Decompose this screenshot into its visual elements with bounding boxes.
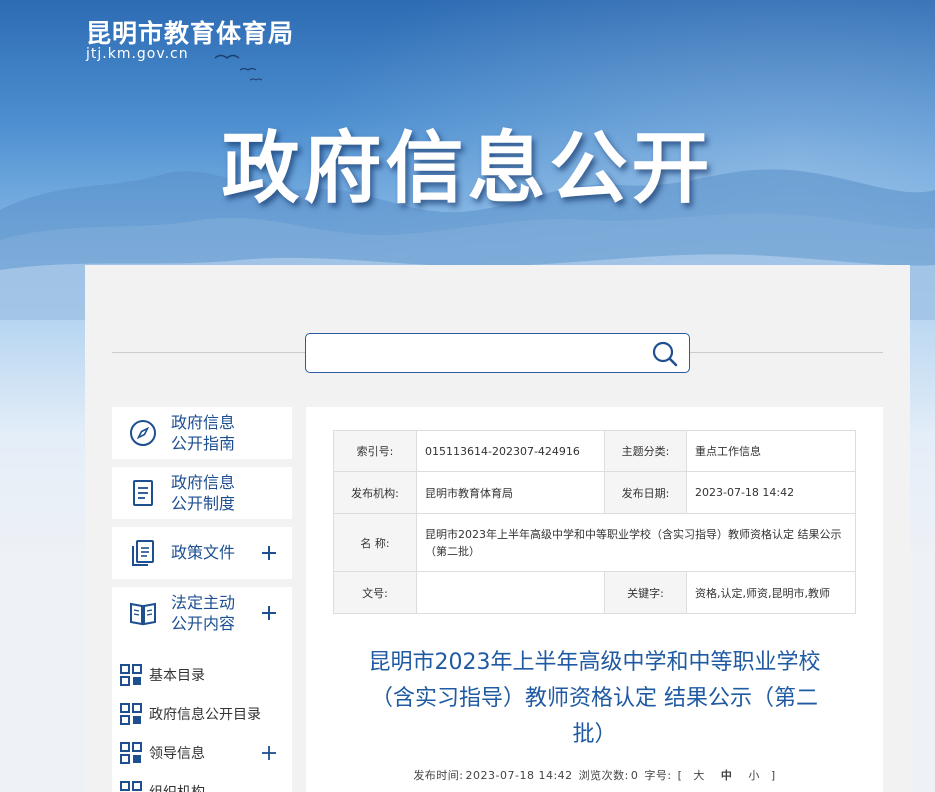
plus-icon[interactable] (262, 746, 276, 760)
table-row: 发布机构: 昆明市教育体育局 发布日期: 2023-07-18 14:42 (333, 471, 856, 514)
nav-item-disclosure-system[interactable]: 政府信息 公开制度 (112, 467, 292, 519)
site-url: jtj.km.gov.cn (86, 46, 189, 62)
index-value: 015113614-202307-424916 (416, 430, 605, 472)
search-icon[interactable] (651, 340, 679, 368)
article-title: 昆明市2023年上半年高级中学和中等职业学校 （含实习指导）教师资格认定 结果公… (368, 650, 821, 747)
font-size-small-button[interactable]: 小 (748, 769, 760, 782)
sub-nav-label: 组织机构 (149, 782, 205, 792)
name-value: 昆明市2023年上半年高级中学和中等职业学校（含实习指导）教师资格认定 结果公示… (416, 513, 856, 572)
article-meta: 发布时间: 2023-07-18 14:42 浏览次数: 0 字号: [ 大 中 小… (306, 767, 883, 783)
nav-item-policy-documents[interactable]: 政策文件 (112, 527, 292, 579)
plus-icon[interactable] (260, 544, 278, 562)
keyword-value: 资格,认定,师资,昆明市,教师 (686, 571, 856, 614)
plus-icon[interactable] (260, 604, 278, 622)
nav-item-label: 法定主动 公开内容 (171, 593, 236, 633)
nav-item-label: 政府信息 公开指南 (171, 413, 236, 453)
views-label: 浏览次数: (578, 769, 629, 782)
date-label: 发布日期: (604, 471, 687, 514)
main-container: 政府信息 公开指南 政府信息 公开制度 政策文件 法定主动 公开内容 基本目录 … (85, 265, 910, 792)
sub-nav-label: 政府信息公开目录 (149, 707, 261, 723)
metadata-table: 索引号: 015113614-202307-424916 主题分类: 重点工作信… (333, 430, 856, 614)
sub-nav-panel: 基本目录 政府信息公开目录 领导信息 (112, 639, 292, 792)
search-box[interactable] (305, 333, 690, 373)
grid-icon (120, 781, 142, 791)
publish-time: 2023-07-18 14:42 (465, 769, 573, 782)
publish-time-label: 发布时间: (413, 769, 464, 782)
docno-label: 文号: (333, 571, 417, 614)
sub-nav-item[interactable]: 基本目录 (120, 663, 205, 687)
book-icon (130, 602, 156, 626)
sub-nav-label: 领导信息 (149, 746, 205, 762)
sub-nav-label: 基本目录 (149, 668, 205, 684)
index-label: 索引号: (333, 430, 417, 472)
docno-value (416, 571, 605, 614)
sub-nav-item[interactable]: 领导信息 (120, 741, 284, 765)
table-row: 文号: 关键字: 资格,认定,师资,昆明市,教师 (333, 571, 856, 614)
banner-title: 政府信息公开 (221, 124, 714, 214)
nav-item-disclosure-guide[interactable]: 政府信息 公开指南 (112, 407, 292, 459)
nav-item-statutory-disclosure[interactable]: 法定主动 公开内容 (112, 587, 292, 639)
topic-label: 主题分类: (604, 430, 687, 472)
bracket-open: [ (677, 769, 683, 782)
bracket-close: ] (770, 769, 776, 782)
font-size-label: 字号: (644, 769, 672, 782)
birds-icon (214, 54, 263, 81)
grid-icon (120, 703, 142, 725)
table-row: 索引号: 015113614-202307-424916 主题分类: 重点工作信… (333, 430, 856, 472)
publisher-label: 发布机构: (333, 471, 417, 514)
topic-value: 重点工作信息 (686, 430, 856, 472)
font-size-medium-button[interactable]: 中 (721, 769, 733, 782)
font-size-large-button[interactable]: 大 (693, 769, 705, 782)
sub-nav-item[interactable]: 政府信息公开目录 (120, 702, 261, 726)
publisher-value: 昆明市教育体育局 (416, 471, 605, 514)
grid-icon (120, 664, 142, 686)
keyword-label: 关键字: (604, 571, 687, 614)
name-label: 名 称: (333, 513, 417, 572)
nav-item-label: 政策文件 (171, 543, 236, 562)
date-value: 2023-07-18 14:42 (686, 471, 856, 514)
document-icon (133, 480, 153, 506)
nav-item-label: 政府信息 公开制度 (171, 473, 236, 513)
site-name: 昆明市教育体育局 (86, 19, 295, 48)
table-row: 名 称: 昆明市2023年上半年高级中学和中等职业学校（含实习指导）教师资格认定… (333, 513, 856, 572)
views-count: 0 (630, 769, 639, 782)
compass-icon (130, 420, 156, 446)
article-panel: 索引号: 015113614-202307-424916 主题分类: 重点工作信… (306, 407, 883, 792)
files-icon (132, 540, 154, 566)
search-input[interactable] (314, 340, 634, 366)
grid-icon (120, 742, 142, 764)
sub-nav-item[interactable]: 组织机构 (120, 780, 205, 792)
